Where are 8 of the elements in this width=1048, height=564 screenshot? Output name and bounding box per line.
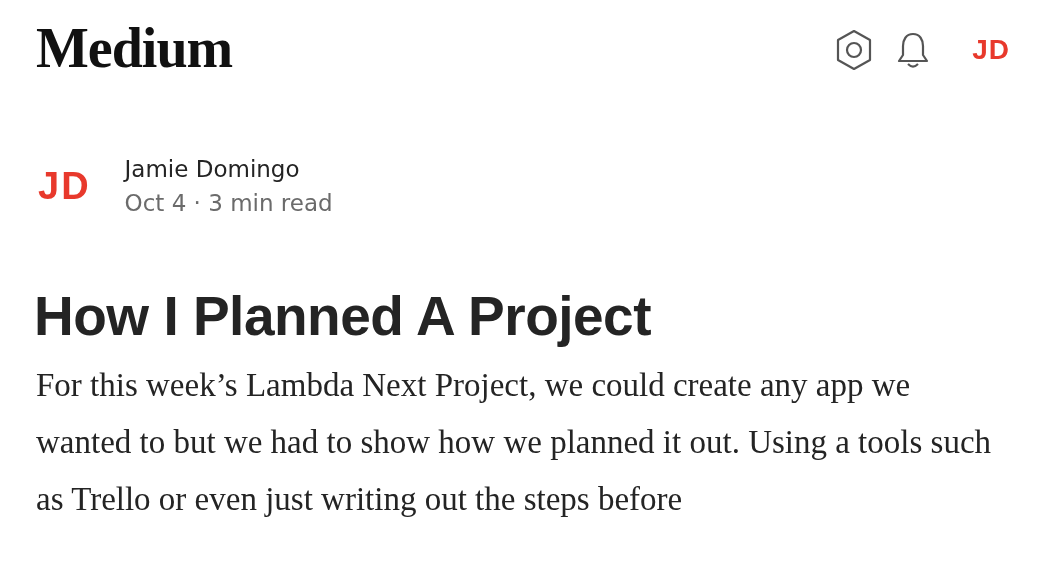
article-body: For this week’s Lambda Next Project, we could create any app we wanted to but we had to show how we planned it out. Using a tools such as Trello or even just writing out the steps before <box>36 365 993 519</box>
article-title: How I Planned A Project <box>34 286 653 347</box>
user-avatar[interactable]: JD <box>972 36 1010 64</box>
author-name[interactable]: Jamie Domingo <box>124 156 333 182</box>
medium-logo[interactable]: Medium <box>36 16 233 80</box>
notification-bell-icon[interactable] <box>896 30 931 70</box>
post-meta: Oct 4 · 3 min read <box>124 190 333 216</box>
author-avatar[interactable]: JD <box>38 167 91 205</box>
